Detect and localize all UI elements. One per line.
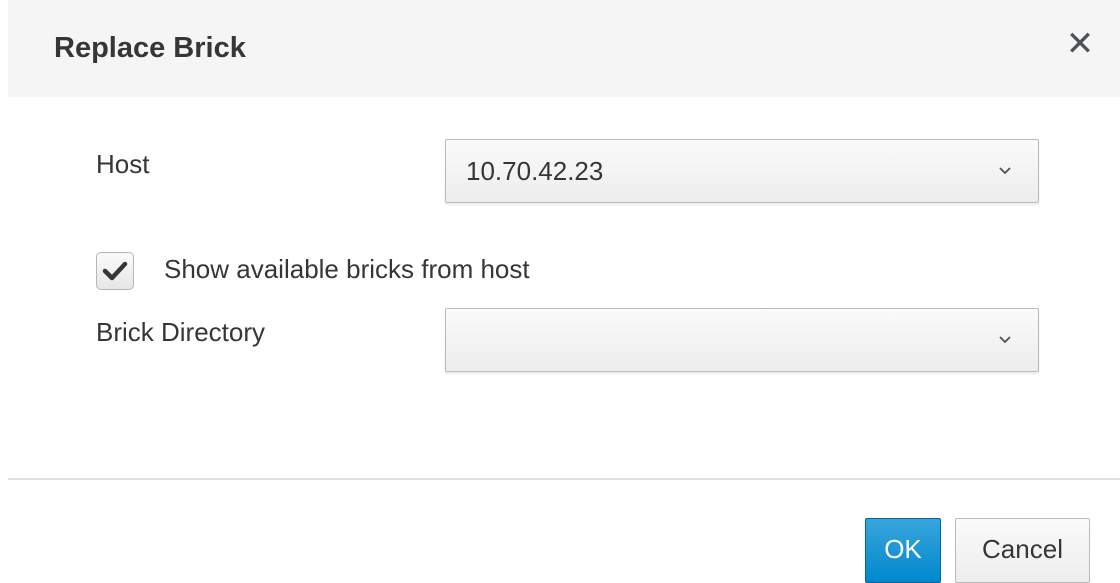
ok-button[interactable]: OK: [865, 518, 941, 583]
show-bricks-label[interactable]: Show available bricks from host: [164, 253, 530, 285]
cancel-button[interactable]: Cancel: [955, 518, 1090, 583]
host-label: Host: [96, 149, 150, 179]
dialog-header: Replace Brick ✕: [8, 0, 1120, 97]
dialog-title: Replace Brick: [54, 32, 246, 64]
host-select[interactable]: 10.70.42.23: [445, 139, 1039, 203]
brick-directory-select[interactable]: [445, 308, 1039, 372]
host-select-value: 10.70.42.23: [466, 156, 604, 186]
brick-directory-label: Brick Directory: [96, 317, 266, 347]
footer-divider: [8, 478, 1120, 480]
replace-brick-dialog: Replace Brick ✕ Host 10.70.42.23 Show av…: [0, 0, 1120, 583]
show-bricks-checkbox[interactable]: [96, 252, 134, 290]
chevron-down-icon: [999, 336, 1011, 344]
checkmark-icon: [102, 261, 128, 281]
close-icon[interactable]: ✕: [1064, 24, 1096, 64]
chevron-down-icon: [999, 167, 1011, 175]
